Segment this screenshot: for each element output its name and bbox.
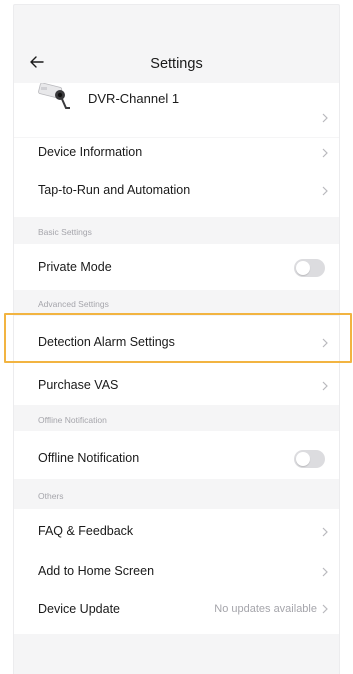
toggle-knob [296, 452, 310, 466]
purchase-vas-label: Purchase VAS [38, 378, 119, 392]
offline-notification-label: Offline Notification [38, 451, 140, 465]
section-advanced-label: Advanced Settings [38, 299, 109, 309]
section-offline-notification: Offline Notification [14, 405, 339, 431]
detection-alarm-settings-item[interactable]: Detection Alarm Settings [14, 316, 339, 367]
add-to-home-screen-item[interactable]: Add to Home Screen [14, 554, 339, 592]
toggle-knob [296, 261, 310, 275]
device-update-label: Device Update [38, 602, 120, 616]
section-others-label: Others [38, 491, 64, 501]
faq-feedback-item[interactable]: FAQ & Feedback [14, 509, 339, 554]
device-information-item[interactable]: Device Information [14, 138, 339, 166]
private-mode-label: Private Mode [38, 260, 112, 274]
offline-notification-item: Offline Notification [14, 431, 339, 479]
detection-alarm-label: Detection Alarm Settings [38, 335, 175, 349]
section-basic-label: Basic Settings [38, 227, 92, 237]
chevron-right-icon [322, 604, 328, 614]
chevron-right-icon [322, 381, 328, 391]
section-advanced-settings: Advanced Settings [14, 290, 339, 316]
page-title: Settings [150, 56, 203, 72]
offline-notification-toggle[interactable] [294, 450, 325, 468]
tap-to-run-label: Tap-to-Run and Automation [38, 183, 191, 197]
device-update-status: No updates available [214, 603, 317, 615]
header-bar: Settings [14, 43, 339, 83]
add-home-label: Add to Home Screen [38, 564, 155, 578]
device-information-label: Device Information [38, 145, 143, 159]
section-offline-label: Offline Notification [38, 415, 107, 425]
settings-screen: Settings DVR-Channel 1 Device Informatio… [13, 4, 340, 674]
chevron-right-icon [322, 186, 328, 196]
section-others: Others [14, 479, 339, 509]
chevron-right-icon [322, 527, 328, 537]
device-row[interactable]: DVR-Channel 1 [14, 83, 339, 137]
chevron-right-icon [322, 113, 328, 123]
section-basic-settings: Basic Settings [14, 217, 339, 244]
chevron-right-icon [322, 338, 328, 348]
purchase-vas-item[interactable]: Purchase VAS [14, 367, 339, 405]
private-mode-item: Private Mode [14, 244, 339, 290]
tap-to-run-item[interactable]: Tap-to-Run and Automation [14, 166, 339, 217]
faq-feedback-label: FAQ & Feedback [38, 524, 134, 538]
chevron-right-icon [322, 567, 328, 577]
private-mode-toggle[interactable] [294, 259, 325, 277]
security-camera-icon [38, 83, 70, 109]
device-update-item[interactable]: Device Update No updates available [14, 592, 339, 634]
chevron-right-icon [322, 148, 328, 158]
device-name: DVR-Channel 1 [88, 91, 180, 106]
